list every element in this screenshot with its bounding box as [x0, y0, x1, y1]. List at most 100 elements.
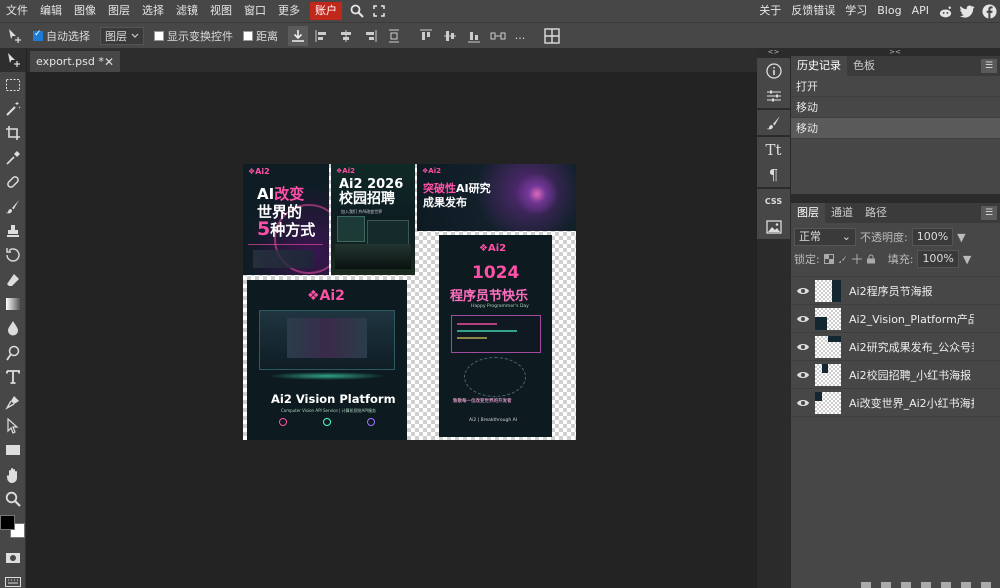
twitter-icon[interactable]: [956, 0, 978, 22]
blend-mode-dropdown[interactable]: 正常 ⌄: [794, 228, 856, 246]
lock-pixels-icon[interactable]: [838, 254, 848, 264]
menu-filter[interactable]: 滤镜: [170, 0, 204, 22]
history-row[interactable]: 打开: [791, 76, 1000, 97]
download-icon[interactable]: [288, 25, 308, 46]
eye-icon[interactable]: [791, 314, 815, 324]
collapse-toggle[interactable]: <>: [757, 48, 790, 56]
layer-row[interactable]: Ai2程序员节海报: [791, 277, 1000, 305]
auto-select-option[interactable]: 自动选择: [33, 28, 90, 44]
adjustment-layer-icon[interactable]: [921, 582, 931, 588]
crop-tool[interactable]: [0, 121, 26, 145]
auto-select-checkbox[interactable]: [33, 29, 43, 41]
marquee-tool[interactable]: [0, 72, 26, 96]
menu-report-bug[interactable]: 反馈错误: [786, 0, 840, 22]
tab-channels[interactable]: 通道: [825, 203, 859, 223]
auto-select-target-dropdown[interactable]: 图层: [100, 26, 144, 45]
opacity-dropdown-icon[interactable]: ▼: [957, 231, 965, 244]
add-mask-icon[interactable]: [901, 582, 911, 588]
poster-research-release[interactable]: ❖Ai2 突破性AI研究 成果发布: [417, 164, 576, 231]
align-bottom-icon[interactable]: [464, 26, 484, 46]
facebook-icon[interactable]: [978, 0, 1000, 22]
menu-blog[interactable]: Blog: [872, 0, 906, 22]
panel-menu-icon[interactable]: ☰: [981, 206, 997, 220]
grid-icon[interactable]: [542, 26, 562, 46]
menu-learn[interactable]: 学习: [840, 0, 872, 22]
layer-row[interactable]: Ai改变世界_Ai2小红书海报: [791, 389, 1000, 417]
menu-more[interactable]: 更多: [272, 0, 306, 22]
path-select-tool[interactable]: [0, 414, 26, 438]
close-icon[interactable]: ✕: [104, 55, 114, 69]
tab-paths[interactable]: 路径: [859, 203, 893, 223]
align-right-icon[interactable]: [360, 26, 380, 46]
fill-dropdown-icon[interactable]: ▼: [963, 253, 971, 266]
css-icon[interactable]: CSS: [757, 189, 790, 214]
reddit-icon[interactable]: [934, 0, 956, 22]
menu-layer[interactable]: 图层: [102, 0, 136, 22]
distance-option[interactable]: 距离: [243, 28, 278, 44]
new-group-icon[interactable]: [941, 582, 951, 588]
new-layer-icon[interactable]: [961, 582, 971, 588]
menu-edit[interactable]: 编辑: [34, 0, 68, 22]
search-icon[interactable]: [346, 0, 368, 22]
history-brush-tool[interactable]: [0, 243, 26, 267]
zoom-tool[interactable]: [0, 487, 26, 511]
type-tool[interactable]: [0, 365, 26, 389]
menu-window[interactable]: 窗口: [238, 0, 272, 22]
poster-programmers-day[interactable]: ❖Ai2 1024 程序员节快乐 Happy Programmer's Day …: [439, 235, 552, 437]
dodge-tool[interactable]: [0, 341, 26, 365]
delete-layer-icon[interactable]: [981, 582, 991, 588]
keyboard-tool[interactable]: [0, 570, 26, 588]
menu-select[interactable]: 选择: [136, 0, 170, 22]
poster-vision-platform[interactable]: ❖Ai2 Ai2 Vision Platform Computer Vision…: [247, 280, 407, 440]
menu-api[interactable]: API: [907, 0, 934, 22]
healing-tool[interactable]: [0, 170, 26, 194]
move-tool-icon[interactable]: [5, 26, 25, 46]
hand-tool[interactable]: [0, 463, 26, 487]
brush-settings-icon[interactable]: [757, 110, 790, 135]
paragraph-icon[interactable]: ¶: [757, 162, 790, 187]
distribute-icon[interactable]: [384, 26, 404, 46]
history-row[interactable]: 移动: [791, 118, 1000, 139]
link-layers-icon[interactable]: [861, 582, 871, 588]
layer-row[interactable]: Ai2研究成果发布_公众号封面: [791, 333, 1000, 361]
fill-input[interactable]: 100%: [917, 250, 959, 268]
eye-icon[interactable]: [791, 342, 815, 352]
align-top-icon[interactable]: [416, 26, 436, 46]
panel-collapse-toggle[interactable]: ><: [790, 48, 1000, 56]
show-transform-option[interactable]: 显示变换控件: [154, 28, 233, 44]
align-left-icon[interactable]: [312, 26, 332, 46]
stamp-tool[interactable]: [0, 219, 26, 243]
layer-row[interactable]: Ai2校园招聘_小红书海报: [791, 361, 1000, 389]
image-icon[interactable]: [757, 214, 790, 239]
document-canvas[interactable]: ❖Ai2 AI改变 世界的 5种方式 ❖Ai2 Ai2 2026 校园招聘 加入…: [243, 164, 576, 440]
layer-row[interactable]: Ai2_Vision_Platform产品主: [791, 305, 1000, 333]
gradient-tool[interactable]: [0, 292, 26, 316]
shape-tool[interactable]: [0, 438, 26, 462]
align-middle-icon[interactable]: [440, 26, 460, 46]
blur-tool[interactable]: [0, 316, 26, 340]
lock-all-icon[interactable]: [866, 254, 876, 264]
history-row[interactable]: 移动: [791, 97, 1000, 118]
character-icon[interactable]: Tt: [757, 137, 790, 162]
tab-swatches[interactable]: 色板: [847, 56, 881, 76]
canvas-area[interactable]: ❖Ai2 AI改变 世界的 5种方式 ❖Ai2 Ai2 2026 校园招聘 加入…: [27, 72, 757, 588]
opacity-input[interactable]: 100%: [911, 228, 954, 246]
tab-history[interactable]: 历史记录: [791, 56, 847, 76]
eraser-tool[interactable]: [0, 268, 26, 292]
more-options[interactable]: ...: [512, 26, 528, 46]
menu-file[interactable]: 文件: [0, 0, 34, 22]
poster-ai-changes-world[interactable]: ❖Ai2 AI改变 世界的 5种方式: [243, 164, 329, 275]
info-icon[interactable]: [757, 58, 790, 83]
quick-mask-tool[interactable]: [0, 545, 26, 569]
poster-campus-recruiting[interactable]: ❖Ai2 Ai2 2026 校园招聘 加入我们 共AI改变世界: [331, 164, 415, 275]
color-swatches[interactable]: [0, 511, 26, 545]
menu-about[interactable]: 关于: [754, 0, 786, 22]
lock-transparency-icon[interactable]: [823, 254, 834, 264]
brush-tool[interactable]: [0, 194, 26, 218]
magic-wand-tool[interactable]: [0, 97, 26, 121]
distance-checkbox[interactable]: [243, 30, 253, 41]
move-tool[interactable]: [0, 48, 26, 73]
eyedropper-tool[interactable]: [0, 146, 26, 170]
show-transform-checkbox[interactable]: [154, 30, 164, 41]
tab-layers[interactable]: 图层: [791, 203, 825, 223]
